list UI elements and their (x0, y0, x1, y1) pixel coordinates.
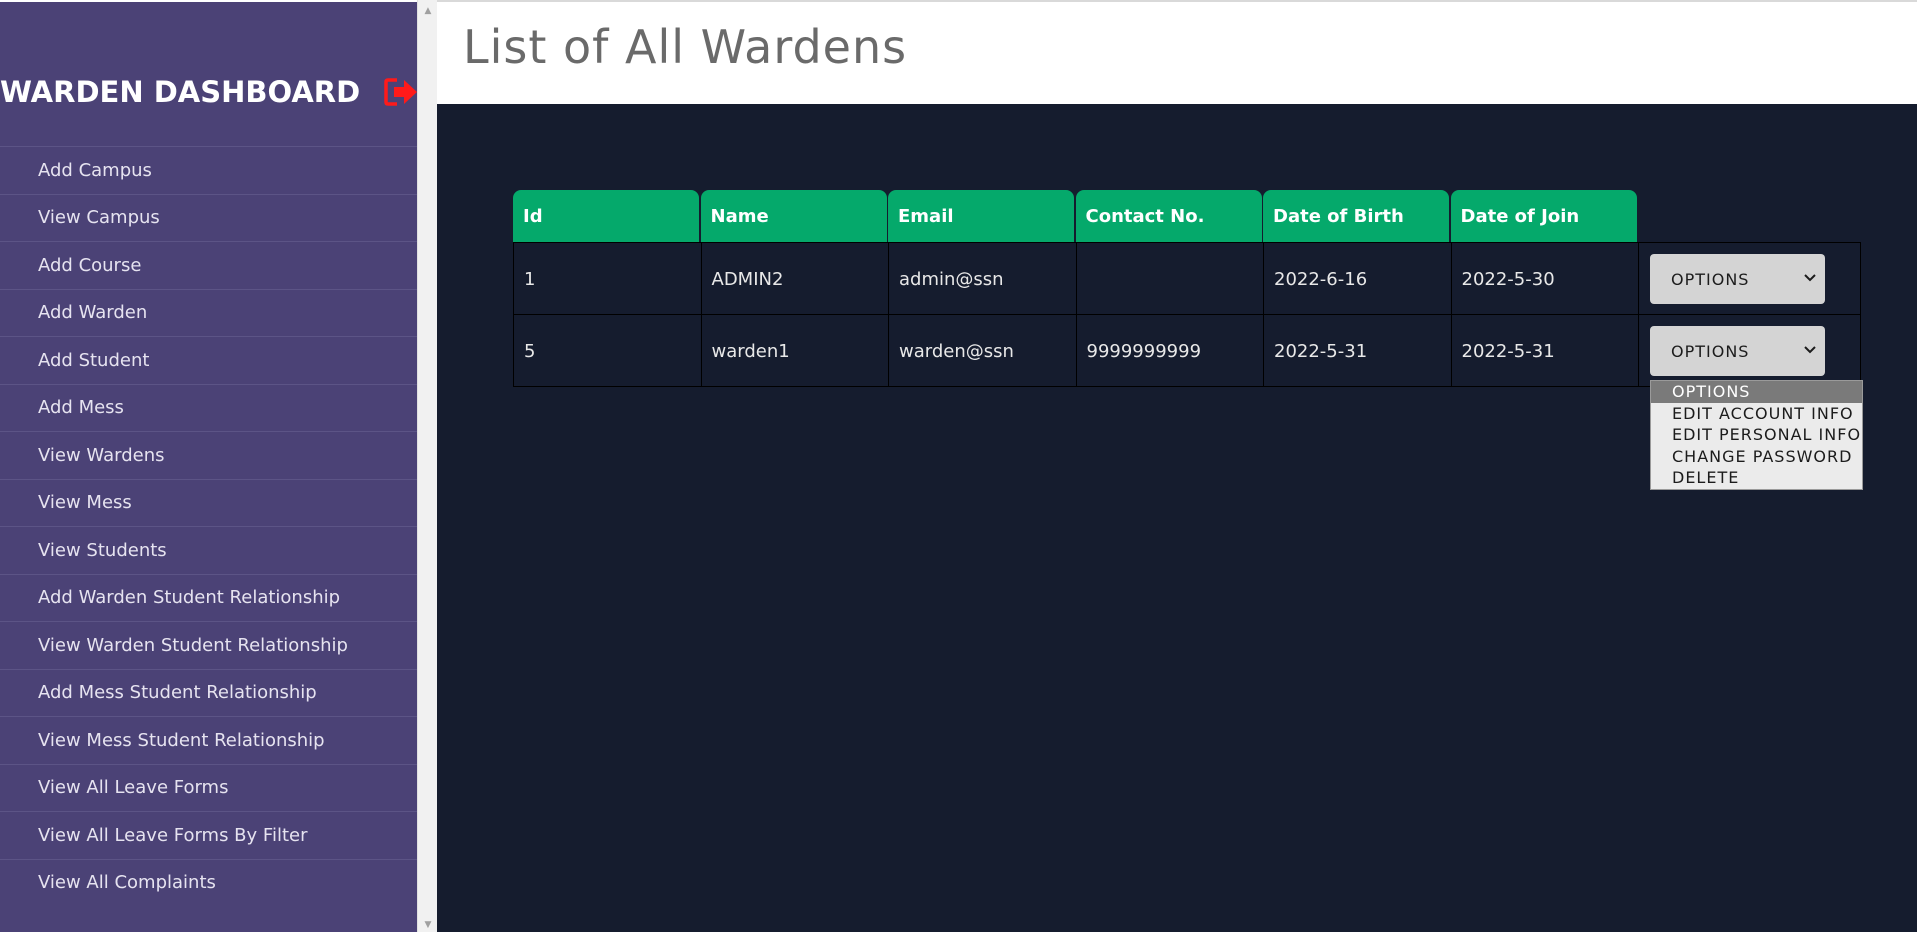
sidebar-item-label: Add Mess (38, 397, 124, 419)
cell-options: OPTIONS (1638, 315, 1861, 387)
table-row: 1 ADMIN2 admin@ssn 2022-6-16 2022-5-30 O… (513, 243, 1861, 315)
column-header-name: Name (700, 190, 887, 242)
sidebar-item-view-campus[interactable]: View Campus (0, 193, 417, 242)
chevron-down-icon (1804, 346, 1816, 354)
cell-options: OPTIONS (1638, 243, 1861, 315)
dropdown-option-delete[interactable]: DELETE (1651, 467, 1862, 489)
sidebar-nav: Add Campus View Campus Add Course Add Wa… (0, 146, 417, 906)
column-header-doj: Date of Join (1450, 190, 1637, 242)
options-select[interactable]: OPTIONS (1650, 326, 1825, 376)
sidebar-item-add-student[interactable]: Add Student (0, 336, 417, 384)
dropdown-option-edit-account-info[interactable]: EDIT ACCOUNT INFO (1651, 403, 1862, 425)
table-header: Id Name Email Contact No. Date of Birth … (513, 190, 1861, 242)
logout-icon[interactable] (384, 76, 420, 108)
sidebar-item-label: View All Complaints (38, 872, 216, 894)
dropdown-option-edit-personal-info[interactable]: EDIT PERSONAL INFO (1651, 424, 1862, 446)
sidebar-item-label: Add Campus (38, 159, 152, 181)
dropdown-option-options[interactable]: OPTIONS (1651, 381, 1862, 403)
sidebar-item-view-all-complaints[interactable]: View All Complaints (0, 858, 417, 907)
sidebar-item-label: View Mess (38, 492, 132, 514)
scroll-down-arrow-icon[interactable]: ▼ (418, 918, 438, 932)
table-body: 1 ADMIN2 admin@ssn 2022-6-16 2022-5-30 O… (513, 242, 1861, 387)
sidebar-item-label: View Campus (38, 207, 160, 229)
cell-contact (1075, 243, 1264, 315)
sidebar-item-view-students[interactable]: View Students (0, 526, 417, 574)
cell-email: warden@ssn (888, 315, 1076, 387)
scroll-up-arrow-icon[interactable]: ▲ (418, 4, 438, 18)
cell-dob: 2022-5-31 (1263, 315, 1451, 387)
dropdown-option-change-password[interactable]: CHANGE PASSWORD (1651, 446, 1862, 468)
sidebar-brand: WARDEN DASHBOARD (0, 68, 420, 116)
column-header-contact: Contact No. (1075, 190, 1262, 242)
cell-id: 5 (513, 315, 701, 387)
sidebar-item-view-wardens[interactable]: View Wardens (0, 431, 417, 479)
sidebar-item-add-warden[interactable]: Add Warden (0, 288, 417, 337)
sidebar-item-add-warden-student-relationship[interactable]: Add Warden Student Relationship (0, 573, 417, 622)
sidebar-item-label: Add Student (38, 349, 150, 371)
sidebar-item-label: View Warden Student Relationship (38, 634, 348, 656)
sidebar-item-add-mess-student-relationship[interactable]: Add Mess Student Relationship (0, 668, 417, 717)
cell-id: 1 (513, 243, 701, 315)
cell-name: warden1 (700, 315, 889, 387)
sidebar-item-label: Add Course (38, 254, 142, 276)
column-header-email: Email (888, 190, 1074, 242)
table-row: 5 warden1 warden@ssn 9999999999 2022-5-3… (513, 315, 1861, 387)
sidebar-item-add-campus[interactable]: Add Campus (0, 146, 417, 194)
options-select-value: OPTIONS (1671, 341, 1750, 361)
cell-email: admin@ssn (888, 243, 1076, 315)
options-select-value: OPTIONS (1671, 269, 1750, 289)
cell-name: ADMIN2 (700, 243, 889, 315)
sidebar-item-view-mess[interactable]: View Mess (0, 478, 417, 527)
sidebar-item-label: View Wardens (38, 444, 165, 466)
sidebar-item-label: View Students (38, 539, 167, 561)
sidebar-item-label: View All Leave Forms By Filter (38, 824, 308, 846)
cell-doj: 2022-5-31 (1450, 315, 1639, 387)
sidebar-item-label: View Mess Student Relationship (38, 729, 325, 751)
dashboard-title: WARDEN DASHBOARD (0, 75, 361, 109)
sidebar-item-view-mess-student-relationship[interactable]: View Mess Student Relationship (0, 716, 417, 764)
cell-doj: 2022-5-30 (1450, 243, 1639, 315)
sidebar-item-label: Add Warden Student Relationship (38, 587, 341, 609)
sidebar-item-label: Add Mess Student Relationship (38, 682, 317, 704)
page-header: List of All Wardens (437, 0, 1917, 104)
sidebar: WARDEN DASHBOARD Add Campus View Campus … (0, 0, 420, 932)
options-select[interactable]: OPTIONS (1650, 254, 1825, 304)
cell-dob: 2022-6-16 (1263, 243, 1451, 315)
sidebar-scrollbar[interactable]: ▲ ▼ (417, 0, 437, 932)
sidebar-item-view-all-leave-forms-by-filter[interactable]: View All Leave Forms By Filter (0, 811, 417, 859)
cell-contact: 9999999999 (1075, 315, 1264, 387)
column-header-id: Id (513, 190, 699, 242)
sidebar-item-label: View All Leave Forms (38, 777, 229, 799)
options-dropdown-list: OPTIONS EDIT ACCOUNT INFO EDIT PERSONAL … (1650, 380, 1863, 490)
chevron-down-icon (1804, 274, 1816, 282)
wardens-table: Id Name Email Contact No. Date of Birth … (513, 190, 1861, 387)
sidebar-item-view-all-leave-forms[interactable]: View All Leave Forms (0, 763, 417, 812)
page-title: List of All Wardens (463, 20, 908, 74)
sidebar-item-view-warden-student-relationship[interactable]: View Warden Student Relationship (0, 621, 417, 669)
sidebar-item-add-mess[interactable]: Add Mess (0, 383, 417, 432)
column-header-dob: Date of Birth (1263, 190, 1449, 242)
sidebar-item-add-course[interactable]: Add Course (0, 241, 417, 289)
sidebar-item-label: Add Warden (38, 302, 148, 324)
